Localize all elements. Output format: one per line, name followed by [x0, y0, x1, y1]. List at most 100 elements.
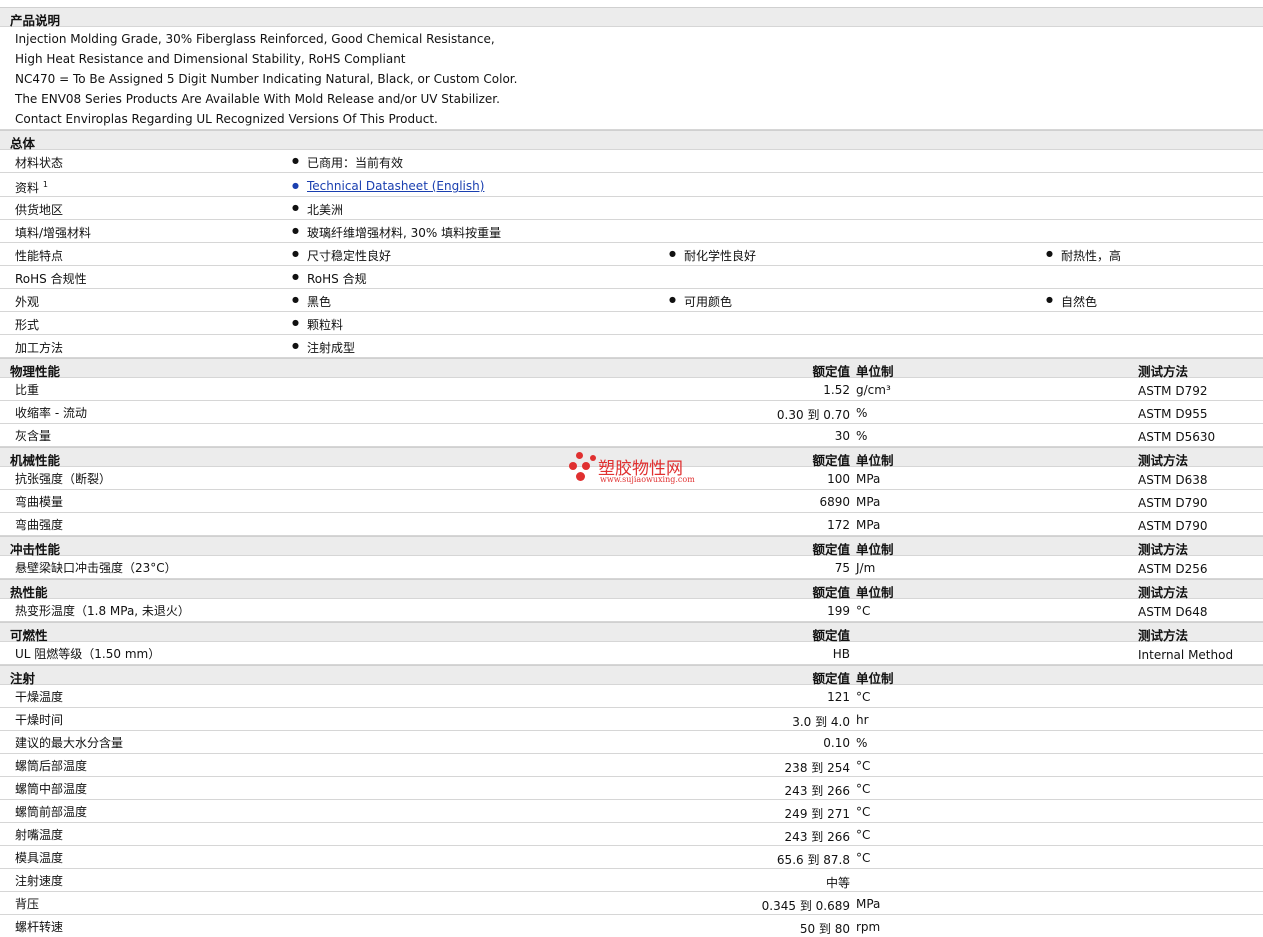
property-label-text: 形式	[15, 318, 40, 332]
property-label: 注射速度	[15, 874, 64, 888]
unit-value: %	[856, 736, 868, 750]
general-row: 形式 颗粒料	[0, 312, 1263, 335]
unit-value: MPa	[856, 897, 881, 911]
nominal-value: 121	[827, 690, 850, 704]
property-label: 收缩率 - 流动	[15, 406, 87, 420]
property-value: 玻璃纤维增强材料, 30% 填料按重量	[292, 224, 501, 241]
unit-value: MPa	[856, 495, 881, 509]
property-label-text: 材料状态	[15, 156, 64, 170]
nominal-value: 中等	[825, 876, 850, 890]
datasheet-link[interactable]: Technical Datasheet (English)	[292, 179, 484, 193]
nominal-value: 0.30 到 0.70	[776, 408, 850, 422]
general-row: 外观 黑色 可用颜色 自然色	[0, 289, 1263, 312]
section-header-impact: 冲击性能 额定值 单位制 测试方法	[0, 536, 1263, 557]
property-value: 注射成型	[292, 339, 355, 356]
property-label: 供货地区	[15, 201, 63, 218]
nominal-value: 238 到 254	[784, 761, 850, 775]
property-label: 建议的最大水分含量	[15, 736, 124, 750]
injection-row: 模具温度 65.6 到 87.8 °C	[0, 846, 1263, 869]
property-label: 悬壁梁缺口冲击强度（23°C）	[15, 561, 177, 575]
property-label: 弯曲强度	[15, 518, 64, 532]
nominal-value: 199	[827, 604, 850, 618]
property-value: 耐化学性良好	[669, 247, 756, 264]
general-row: RoHS 合规性 RoHS 合规	[0, 266, 1263, 289]
injection-row: 干燥温度 121 °C	[0, 685, 1263, 708]
unit-value: hr	[856, 713, 869, 727]
injection-row: 干燥时间 3.0 到 4.0 hr	[0, 708, 1263, 731]
injection-row: 背压 0.345 到 0.689 MPa	[0, 892, 1263, 915]
injection-row: 注射速度 中等	[0, 869, 1263, 892]
property-label-text: 填料/增强材料	[15, 226, 92, 240]
unit-value: °C	[856, 851, 871, 865]
test-method: ASTM D256	[1138, 562, 1208, 576]
unit-value: °C	[856, 782, 871, 796]
property-label-text: 加工方法	[15, 341, 64, 355]
property-value: 尺寸稳定性良好	[292, 247, 391, 264]
test-method: ASTM D638	[1138, 473, 1208, 487]
nominal-value: 75	[834, 561, 850, 575]
watermark-dots-icon	[568, 452, 598, 486]
property-label: 螺杆转速	[15, 920, 64, 934]
unit-value: %	[856, 406, 868, 420]
property-label: 背压	[15, 897, 40, 911]
property-value: 自然色	[1046, 293, 1097, 310]
property-value: 颗粒料	[292, 316, 343, 333]
footnote-marker: 1	[42, 180, 48, 189]
description-line: Contact Enviroplas Regarding UL Recogniz…	[15, 112, 438, 126]
property-label: 资料 1	[15, 179, 48, 196]
general-row: 供货地区 北美洲	[0, 197, 1263, 220]
property-value: 耐热性，高	[1046, 247, 1121, 264]
thermal-row: 热变形温度（1.8 MPa, 未退火） 199 °C ASTM D648	[0, 599, 1263, 622]
nominal-value: HB	[832, 647, 850, 661]
nominal-value: 1.52	[823, 383, 850, 397]
property-label-text: RoHS 合规性	[15, 272, 87, 286]
property-label: RoHS 合规性	[15, 270, 87, 287]
nominal-value: 100	[827, 472, 850, 486]
property-value: 黑色	[292, 293, 331, 310]
test-method: Internal Method	[1138, 648, 1234, 662]
property-label: 模具温度	[15, 851, 64, 865]
injection-row: 螺筒前部温度 249 到 271 °C	[0, 800, 1263, 823]
injection-row: 射嘴温度 243 到 266 °C	[0, 823, 1263, 846]
impact-row: 悬壁梁缺口冲击强度（23°C） 75 J/m ASTM D256	[0, 556, 1263, 579]
description-line: Injection Molding Grade, 30% Fiberglass …	[15, 32, 495, 46]
description-line: High Heat Resistance and Dimensional Sta…	[15, 52, 406, 66]
general-row: 资料 1 Technical Datasheet (English)	[0, 173, 1263, 197]
unit-value: J/m	[856, 561, 876, 575]
section-header-flammability: 可燃性 额定值 测试方法	[0, 622, 1263, 643]
nominal-value: 249 到 271	[784, 807, 850, 821]
physical-row: 比重 1.52 g/cm³ ASTM D792	[0, 378, 1263, 401]
unit-value: °C	[856, 759, 871, 773]
unit-value: g/cm³	[856, 383, 891, 397]
general-row: 加工方法 注射成型	[0, 335, 1263, 358]
general-row: 材料状态 已商用：当前有效	[0, 150, 1263, 173]
injection-row: 螺筒中部温度 243 到 266 °C	[0, 777, 1263, 800]
property-label: 材料状态	[15, 154, 63, 171]
section-header-general: 总体	[0, 130, 1263, 151]
mechanical-row: 弯曲强度 172 MPa ASTM D790	[0, 513, 1263, 536]
nominal-value: 50 到 80	[799, 922, 850, 936]
property-label: 弯曲模量	[15, 495, 64, 509]
physical-row: 收缩率 - 流动 0.30 到 0.70% ASTM D955	[0, 401, 1263, 424]
watermark-logo: 塑胶物性网 www.sujiaowuxing.com	[568, 452, 708, 486]
mechanical-row: 弯曲模量 6890 MPa ASTM D790	[0, 490, 1263, 513]
property-value: 北美洲	[292, 201, 343, 218]
property-label: 性能特点	[15, 247, 63, 264]
property-label: 热变形温度（1.8 MPa, 未退火）	[15, 604, 190, 618]
nominal-value: 0.345 到 0.689	[761, 899, 850, 913]
property-label: 抗张强度（断裂）	[15, 472, 112, 486]
unit-value: %	[856, 429, 868, 443]
section-header-injection: 注射 额定值 单位制	[0, 665, 1263, 686]
unit-value: °C	[856, 604, 871, 618]
physical-row: 灰含量 30% ASTM D5630	[0, 424, 1263, 447]
property-label: 螺筒中部温度	[15, 782, 88, 796]
description-line: The ENV08 Series Products Are Available …	[15, 92, 500, 106]
description-block: Injection Molding Grade, 30% Fiberglass …	[0, 27, 1263, 130]
test-method: ASTM D792	[1138, 384, 1208, 398]
unit-value: rpm	[856, 920, 881, 934]
property-label-text: 供货地区	[15, 203, 64, 217]
test-method: ASTM D648	[1138, 605, 1208, 619]
test-method: ASTM D790	[1138, 519, 1208, 533]
property-value: 可用颜色	[669, 293, 732, 310]
property-label: 螺筒后部温度	[15, 759, 88, 773]
